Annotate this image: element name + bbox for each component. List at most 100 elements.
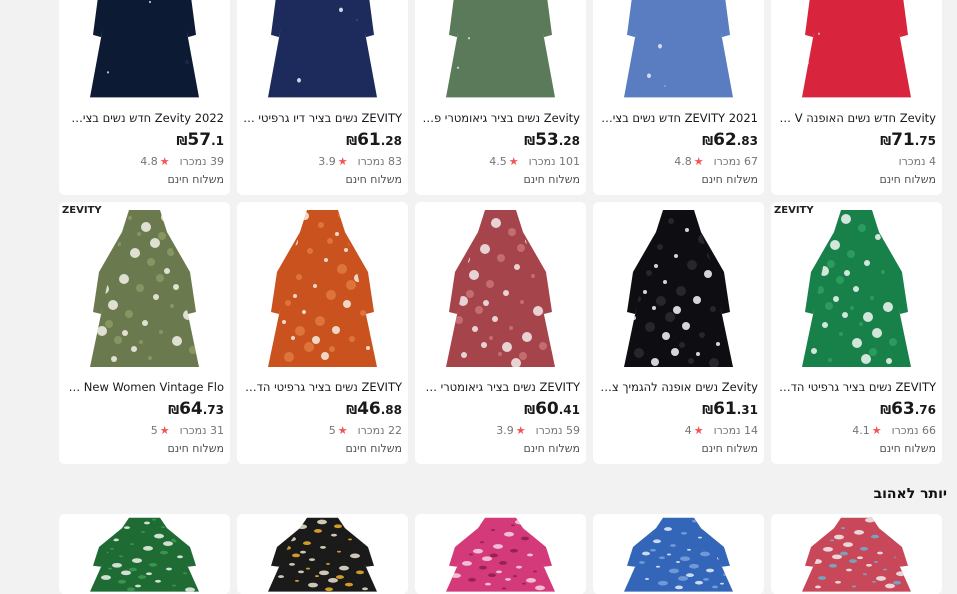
star-icon: ★ <box>871 424 882 437</box>
product-card[interactable]: ZEVITY vity New Women Vintage Flo… ₪64.73 3… <box>59 202 230 464</box>
product-image[interactable] <box>771 0 942 103</box>
currency-symbol: ₪ <box>880 134 892 148</box>
shipping-label: משלוח חינם <box>701 173 758 186</box>
currency-symbol: ₪ <box>880 403 892 417</box>
price-integer: 62 <box>713 130 737 150</box>
rating: ★ 4.8 <box>140 155 169 168</box>
sold-count: 14 נמכרו <box>713 424 758 437</box>
product-card[interactable] <box>771 514 942 594</box>
price-decimal: .28 <box>380 134 402 148</box>
product-card[interactable]: ZEVITY נשים בציר גיאומטרי הדפס… ₪60.41 59 … <box>415 202 586 464</box>
star-icon: ★ <box>159 155 170 168</box>
product-price: ₪64.73 <box>168 399 224 419</box>
star-icon: ★ <box>693 424 704 437</box>
rating: ★ 4.5 <box>489 155 518 168</box>
product-image[interactable] <box>237 202 408 372</box>
product-card[interactable]: ZEVITY נשים בציר דיו גרפיטי הדפ… ₪61.28 83… <box>237 0 408 195</box>
product-image[interactable] <box>59 0 230 103</box>
product-title[interactable]: ZEVITY נשים בציר דיו גרפיטי הדפ… <box>243 111 402 125</box>
product-image[interactable] <box>237 514 408 594</box>
price-decimal: .75 <box>914 134 936 148</box>
product-card[interactable]: ZEVITY ZEVITY נשים בציר גרפיטי הדפסת … ₪63… <box>771 202 942 464</box>
sold-count: 83 נמכרו <box>357 155 402 168</box>
product-card[interactable]: Zevity חדש נשים האופנה V צוואר … ₪71.75 4 … <box>771 0 942 195</box>
currency-symbol: ₪ <box>176 134 188 148</box>
product-card[interactable] <box>415 514 586 594</box>
shipping-label: משלוח חינם <box>167 442 224 455</box>
rating-value: 4.8 <box>674 155 692 168</box>
product-meta: 22 נמכרו ★ 5 <box>243 424 402 437</box>
product-image[interactable] <box>59 202 230 372</box>
rating-value: 3.9 <box>496 424 514 437</box>
product-title[interactable]: Zevity נשים בציר גיאומטרי פרחוני … <box>421 111 580 125</box>
rating-value: 4.5 <box>489 155 507 168</box>
product-image[interactable] <box>237 0 408 103</box>
product-title[interactable]: ZEVITY נשים בציר גרפיטי הדפסה מ… <box>243 380 402 394</box>
product-meta: 39 נמכרו ★ 4.8 <box>65 155 224 168</box>
product-card[interactable]: Zevity נשים אופנה להגמיך צווארון … ₪61.31… <box>593 202 764 464</box>
currency-symbol: ₪ <box>346 134 358 148</box>
shipping-label: משלוח חינם <box>879 173 936 186</box>
product-price: ₪46.88 <box>346 399 402 419</box>
product-card[interactable] <box>593 514 764 594</box>
currency-symbol: ₪ <box>168 403 180 417</box>
price-integer: 61 <box>357 130 381 150</box>
star-icon: ★ <box>159 424 170 437</box>
shipping-label: משלוח חינם <box>345 442 402 455</box>
shipping-label: משלוח חינם <box>701 442 758 455</box>
product-price: ₪53.28 <box>524 130 580 150</box>
shipping-label: משלוח חינם <box>523 173 580 186</box>
product-title[interactable]: Zevity נשים אופנה להגמיך צווארון … <box>599 380 758 394</box>
price-integer: 61 <box>713 399 737 419</box>
product-image[interactable] <box>415 202 586 372</box>
price-decimal: .76 <box>914 403 936 417</box>
sold-count: 67 נמכרו <box>713 155 758 168</box>
rating: ★ 5 <box>329 424 348 437</box>
product-title[interactable]: ZEVITY נשים בציר גיאומטרי הדפס… <box>421 380 580 394</box>
product-image[interactable] <box>771 202 942 372</box>
product-meta: 66 נמכרו ★ 4.1 <box>777 424 936 437</box>
sold-count: 31 נמכרו <box>179 424 224 437</box>
price-integer: 53 <box>535 130 559 150</box>
rating: ★ 4 <box>685 424 704 437</box>
product-title[interactable]: ZEVITY נשים בציר גרפיטי הדפסת … <box>777 380 936 394</box>
product-card[interactable] <box>59 514 230 594</box>
product-image[interactable] <box>593 514 764 594</box>
product-card[interactable] <box>237 514 408 594</box>
product-image[interactable] <box>415 514 586 594</box>
currency-symbol: ₪ <box>524 134 536 148</box>
sold-count: 39 נמכרו <box>179 155 224 168</box>
product-card[interactable]: ZEVITY 2021 חדש נשים בציר כחו… ₪62.83 67 נ… <box>593 0 764 195</box>
price-decimal: .28 <box>558 134 580 148</box>
rating-value: 5 <box>328 424 336 437</box>
price-integer: 46 <box>357 399 381 419</box>
price-decimal: .41 <box>558 403 580 417</box>
product-image[interactable] <box>59 514 230 594</box>
product-meta: 31 נמכרו ★ 5 <box>65 424 224 437</box>
price-integer: 64 <box>179 399 203 419</box>
price-decimal: .73 <box>202 403 224 417</box>
brand-tag: ZEVITY <box>62 205 102 216</box>
product-image[interactable] <box>593 0 764 103</box>
shipping-label: משלוח חינם <box>879 442 936 455</box>
star-icon: ★ <box>515 424 526 437</box>
currency-symbol: ₪ <box>702 134 714 148</box>
product-title[interactable]: vity New Women Vintage Flo… <box>65 380 224 394</box>
product-meta: 67 נמכרו ★ 4.8 <box>599 155 758 168</box>
product-image[interactable] <box>593 202 764 372</box>
product-card[interactable]: ZEVITY נשים בציר גרפיטי הדפסה מ… ₪46.88 22… <box>237 202 408 464</box>
product-price: ₪71.75 <box>880 130 936 150</box>
product-card[interactable]: Zevity 2022 חדש נשים בציר גרפי… ₪57.1 39 נ… <box>59 0 230 195</box>
sold-count: 4 נמכרו <box>898 155 936 168</box>
product-image[interactable] <box>415 0 586 103</box>
product-title[interactable]: Zevity 2022 חדש נשים בציר גרפי… <box>65 111 224 125</box>
star-icon: ★ <box>337 424 348 437</box>
price-decimal: .83 <box>736 134 758 148</box>
sold-count: 101 נמכרו <box>528 155 580 168</box>
product-card[interactable]: Zevity נשים בציר גיאומטרי פרחוני … ₪53.28… <box>415 0 586 195</box>
shipping-label: משלוח חינם <box>345 173 402 186</box>
product-title[interactable]: Zevity חדש נשים האופנה V צוואר … <box>777 111 936 125</box>
product-title[interactable]: ZEVITY 2021 חדש נשים בציר כחו… <box>599 111 758 125</box>
price-decimal: .1 <box>211 134 224 148</box>
product-image[interactable] <box>771 514 942 594</box>
